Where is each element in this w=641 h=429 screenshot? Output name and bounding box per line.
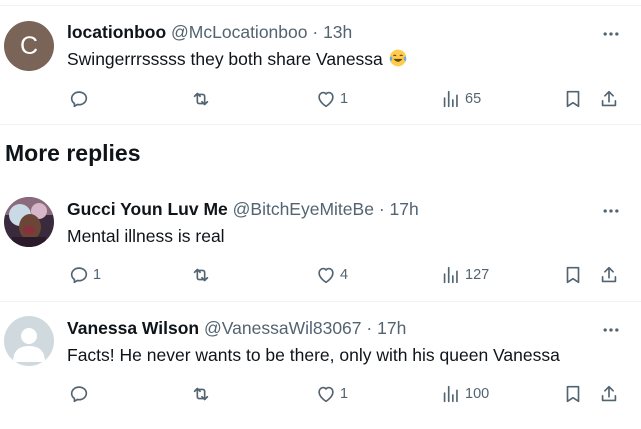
- reply-icon: [70, 386, 88, 403]
- repost-icon: [193, 268, 209, 282]
- post-text-content: Swingerrrsssss they both share Vanessa: [67, 49, 383, 69]
- like-button[interactable]: 1: [315, 87, 348, 111]
- reply-post[interactable]: C locationboo @McLocationboo · 13h Swing…: [0, 6, 641, 125]
- repost-icon: [193, 387, 209, 401]
- action-bar: 1 4 127: [0, 263, 641, 287]
- bookmark-button[interactable]: [562, 382, 584, 406]
- action-bar: 1 65: [0, 87, 641, 111]
- heart-icon: [318, 267, 334, 284]
- post-time[interactable]: 13h: [323, 22, 352, 42]
- author-name[interactable]: locationboo: [67, 22, 166, 42]
- share-button[interactable]: [598, 87, 620, 111]
- avatar[interactable]: [4, 197, 54, 247]
- more-options-icon[interactable]: [601, 201, 621, 221]
- profile-photo: [4, 197, 54, 247]
- repost-button[interactable]: [190, 382, 215, 406]
- bookmark-icon: [566, 90, 580, 108]
- post-text-content: Mental illness is real: [67, 226, 225, 246]
- reply-post[interactable]: Vanessa Wilson @VanessaWil83067 · 17h Fa…: [0, 302, 641, 429]
- like-count: 1: [340, 386, 349, 402]
- view-count: 127: [465, 267, 490, 283]
- post-time[interactable]: 17h: [377, 318, 406, 338]
- avatar[interactable]: [4, 316, 54, 366]
- author-name[interactable]: Vanessa Wilson: [67, 318, 199, 338]
- reply-button[interactable]: 1: [68, 263, 101, 287]
- views-button[interactable]: 127: [440, 263, 489, 287]
- reply-icon: [70, 267, 88, 284]
- share-button[interactable]: [598, 382, 620, 406]
- share-icon: [601, 385, 617, 402]
- more-options-icon[interactable]: [601, 320, 621, 340]
- post-text-content: Facts! He never wants to be there, only …: [67, 345, 560, 365]
- avatar[interactable]: C: [4, 21, 54, 71]
- bookmark-icon: [566, 266, 580, 284]
- post-text: Swingerrrsssss they both share Vanessa: [67, 48, 408, 70]
- views-icon: [443, 385, 458, 403]
- reply-post[interactable]: Gucci Youn Luv Me @BitchEyeMiteBe · 17h …: [0, 185, 641, 302]
- post-header: Gucci Youn Luv Me @BitchEyeMiteBe · 17h: [67, 199, 419, 220]
- like-count: 4: [340, 267, 349, 283]
- more-options-icon[interactable]: [601, 24, 621, 44]
- reply-button[interactable]: [68, 87, 93, 111]
- like-button[interactable]: 4: [315, 263, 348, 287]
- separator-dot: ·: [378, 199, 385, 219]
- repost-icon: [193, 92, 209, 106]
- more-replies-heading: More replies: [5, 140, 141, 166]
- post-header: locationboo @McLocationboo · 13h: [67, 22, 352, 43]
- views-icon: [443, 90, 458, 108]
- views-button[interactable]: 100: [440, 382, 489, 406]
- like-button[interactable]: 1: [315, 382, 348, 406]
- author-handle[interactable]: @McLocationboo: [171, 22, 307, 42]
- bookmark-button[interactable]: [562, 263, 584, 287]
- author-name[interactable]: Gucci Youn Luv Me: [67, 199, 228, 219]
- separator-dot: ·: [312, 22, 319, 42]
- face-with-tears-of-joy-icon: [389, 49, 407, 67]
- views-button[interactable]: 65: [440, 87, 481, 111]
- separator-dot: ·: [366, 318, 373, 338]
- post-header: Vanessa Wilson @VanessaWil83067 · 17h: [67, 318, 406, 339]
- reply-icon: [70, 91, 88, 108]
- view-count: 100: [465, 386, 490, 402]
- share-icon: [601, 266, 617, 283]
- post-time[interactable]: 17h: [390, 199, 419, 219]
- reply-button[interactable]: [68, 382, 93, 406]
- avatar-letter: C: [19, 31, 39, 60]
- repost-button[interactable]: [190, 87, 215, 111]
- author-handle[interactable]: @VanessaWil83067: [204, 318, 362, 338]
- default-avatar-icon: [4, 316, 54, 366]
- views-icon: [443, 266, 458, 284]
- action-bar: 1 100: [0, 382, 641, 406]
- share-icon: [601, 90, 617, 107]
- repost-button[interactable]: [190, 263, 215, 287]
- author-handle[interactable]: @BitchEyeMiteBe: [233, 199, 374, 219]
- heart-icon: [318, 386, 334, 403]
- bookmark-icon: [566, 385, 580, 403]
- like-count: 1: [340, 91, 349, 107]
- share-button[interactable]: [598, 263, 620, 287]
- reply-count: 1: [93, 267, 102, 283]
- post-text: Mental illness is real: [67, 226, 225, 247]
- post-text: Facts! He never wants to be there, only …: [67, 345, 560, 366]
- heart-icon: [318, 91, 334, 108]
- bookmark-button[interactable]: [562, 87, 584, 111]
- view-count: 65: [465, 91, 482, 107]
